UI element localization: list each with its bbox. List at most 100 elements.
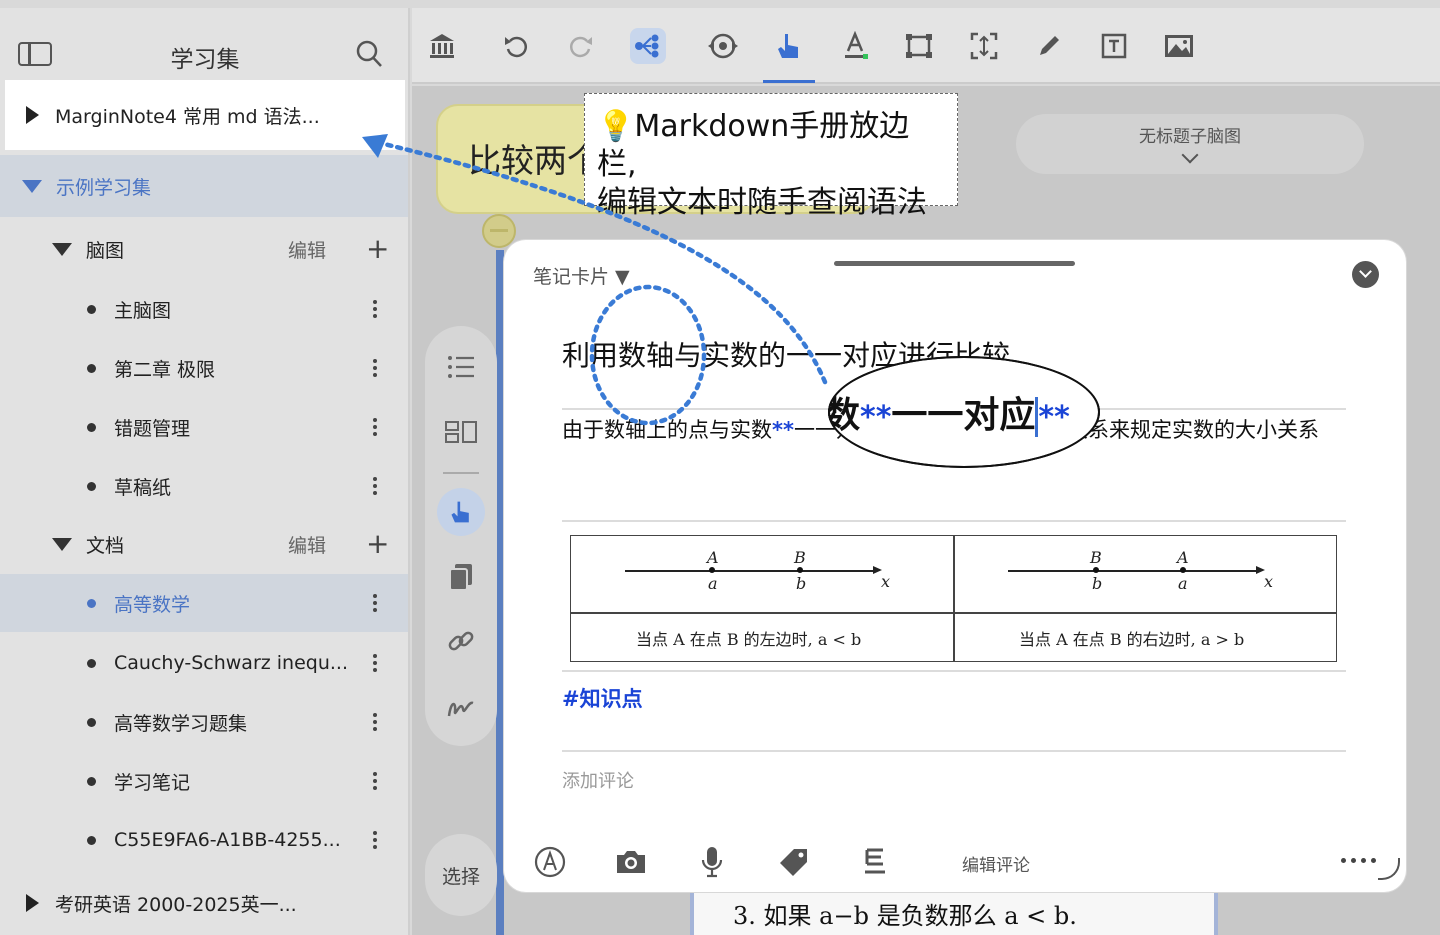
select-button[interactable]: 选择 <box>425 834 497 916</box>
sidebar-item-label: 高等数学 <box>114 593 191 616</box>
sidebar-item-label: C55E9FA6-A1BB-4255... <box>114 829 341 851</box>
collapse-arrow-icon[interactable] <box>52 537 72 551</box>
camera-icon[interactable] <box>611 842 651 882</box>
sidebar-group-documents[interactable]: 文档 编辑 + <box>0 523 408 565</box>
scribble-icon[interactable] <box>437 682 485 730</box>
hand-pointer-icon[interactable] <box>771 28 807 64</box>
tag-icon[interactable] <box>774 842 814 882</box>
divider <box>562 750 1346 752</box>
expand-icon[interactable] <box>966 28 1002 64</box>
sidebar-item-label: 草稿纸 <box>114 476 172 499</box>
point-label: A <box>707 548 719 567</box>
textbox-icon[interactable] <box>1096 28 1132 64</box>
sidebar-item-label: Cauchy-Schwarz inequ... <box>114 652 348 674</box>
add-button[interactable]: + <box>366 530 389 558</box>
active-tool-indicator <box>763 80 815 83</box>
more-icon[interactable] <box>1341 858 1376 863</box>
tag-knowledge-point[interactable]: #知识点 <box>562 683 643 713</box>
more-icon[interactable] <box>373 594 379 612</box>
sync-icon[interactable] <box>705 28 741 64</box>
point-value: a <box>708 574 718 593</box>
collapse-node-button[interactable] <box>482 214 516 248</box>
redo-icon[interactable] <box>563 28 599 64</box>
pen-circle-icon[interactable] <box>530 842 570 882</box>
more-icon[interactable] <box>373 418 379 436</box>
add-comment-input[interactable]: 添加评论 <box>562 767 634 793</box>
collapse-card-icon[interactable] <box>1352 261 1379 288</box>
sidebar-item-label: 第二章 极限 <box>114 358 216 381</box>
more-icon[interactable] <box>373 831 379 849</box>
undo-icon[interactable] <box>498 28 534 64</box>
more-icon[interactable] <box>373 772 379 790</box>
bullet-icon <box>87 363 96 373</box>
sidebar-item-study-notes[interactable]: 学习笔记 <box>0 760 408 802</box>
add-button[interactable]: + <box>366 235 389 263</box>
sidebar-group-mindmaps[interactable]: 脑图 编辑 + <box>0 228 408 270</box>
copy-icon[interactable] <box>437 553 485 601</box>
bullet-icon <box>87 598 96 608</box>
sidebar-item-exercise-set[interactable]: 高等数学习题集 <box>0 701 408 743</box>
sidebar-item-scratch[interactable]: 草稿纸 <box>0 465 408 507</box>
microphone-icon[interactable] <box>692 842 732 882</box>
point-marker <box>797 567 803 573</box>
edit-button[interactable]: 编辑 <box>288 236 326 263</box>
image-icon[interactable] <box>1161 28 1197 64</box>
point-value: b <box>1092 574 1103 593</box>
bullet-icon <box>87 776 96 786</box>
format-icon[interactable] <box>855 842 895 882</box>
search-icon[interactable] <box>356 40 382 68</box>
layout-icon[interactable] <box>437 408 485 456</box>
library-icon[interactable] <box>424 28 460 64</box>
sidebar-header: 学习集 <box>0 8 410 80</box>
sidebar-item-label: 学习笔记 <box>114 771 191 794</box>
sidebar-item-label: 脑图 <box>86 239 125 262</box>
sidebar-item-label: 主脑图 <box>114 299 172 322</box>
sidebar-item-label: 高等数学习题集 <box>114 712 248 735</box>
point-label: B <box>794 548 806 567</box>
expand-arrow-icon[interactable] <box>26 894 39 912</box>
chevron-down-icon <box>1181 146 1199 164</box>
point-value: b <box>796 574 807 593</box>
collapse-arrow-icon[interactable] <box>22 179 42 193</box>
pencil-icon[interactable] <box>1031 28 1067 64</box>
more-icon[interactable] <box>373 359 379 377</box>
number-line <box>1008 570 1258 572</box>
tip-line: 💡Markdown手册放边栏, <box>597 109 910 182</box>
hand-pointer-icon[interactable] <box>437 488 485 536</box>
sidebar-item-advanced-math[interactable]: 高等数学 <box>0 574 408 632</box>
more-icon[interactable] <box>373 477 379 495</box>
mindmap-icon[interactable] <box>630 28 666 64</box>
sidebar-title: 学习集 <box>170 47 240 73</box>
untitled-submap[interactable]: 无标题子脑图 <box>1016 114 1364 174</box>
drag-handle[interactable] <box>834 261 1075 266</box>
point-marker <box>1180 567 1186 573</box>
sidebar-item-mistakes[interactable]: 错题管理 <box>0 406 408 448</box>
sidebar-item-uuid-doc[interactable]: C55E9FA6-A1BB-4255... <box>0 819 408 861</box>
sidebar-item-md-syntax[interactable]: MarginNote4 常用 md 语法... <box>5 80 405 150</box>
note-card-type-dropdown[interactable]: 笔记卡片 ▼ <box>533 262 630 289</box>
list-icon[interactable] <box>437 343 485 391</box>
collapse-arrow-icon[interactable] <box>52 242 72 256</box>
sidebar-item-main-mindmap[interactable]: 主脑图 <box>0 288 408 330</box>
more-icon[interactable] <box>373 654 379 672</box>
table-caption: 当点 A 在点 B 的左边时, a < b <box>636 630 862 649</box>
bullet-icon <box>87 304 96 314</box>
expand-arrow-icon[interactable] <box>26 106 39 124</box>
more-icon[interactable] <box>373 713 379 731</box>
text-color-icon[interactable] <box>837 28 873 64</box>
sidebar-item-example-set[interactable]: 示例学习集 <box>0 155 408 217</box>
more-icon[interactable] <box>373 300 379 318</box>
note-body-text: 由于数轴上的点与实数 <box>562 418 772 442</box>
select-rect-icon[interactable] <box>901 28 937 64</box>
number-line <box>625 570 875 572</box>
sidebar-item-english-exam[interactable]: 考研英语 2000-2025英一... <box>0 882 408 924</box>
sidebar-item-cauchy[interactable]: Cauchy-Schwarz inequ... <box>0 642 408 684</box>
sidebar-item-label: 考研英语 2000-2025英一... <box>55 893 297 916</box>
sidebar-item-chapter2[interactable]: 第二章 极限 <box>0 347 408 389</box>
markdown-bold-marker: ** <box>772 418 794 442</box>
tip-callout: 💡Markdown手册放边栏, 编辑文本时随手查阅语法 <box>584 93 958 220</box>
edit-comment-button[interactable]: 编辑评论 <box>962 851 1030 876</box>
link-icon[interactable] <box>437 617 485 665</box>
edit-button[interactable]: 编辑 <box>288 531 326 558</box>
bullet-icon <box>87 835 96 845</box>
